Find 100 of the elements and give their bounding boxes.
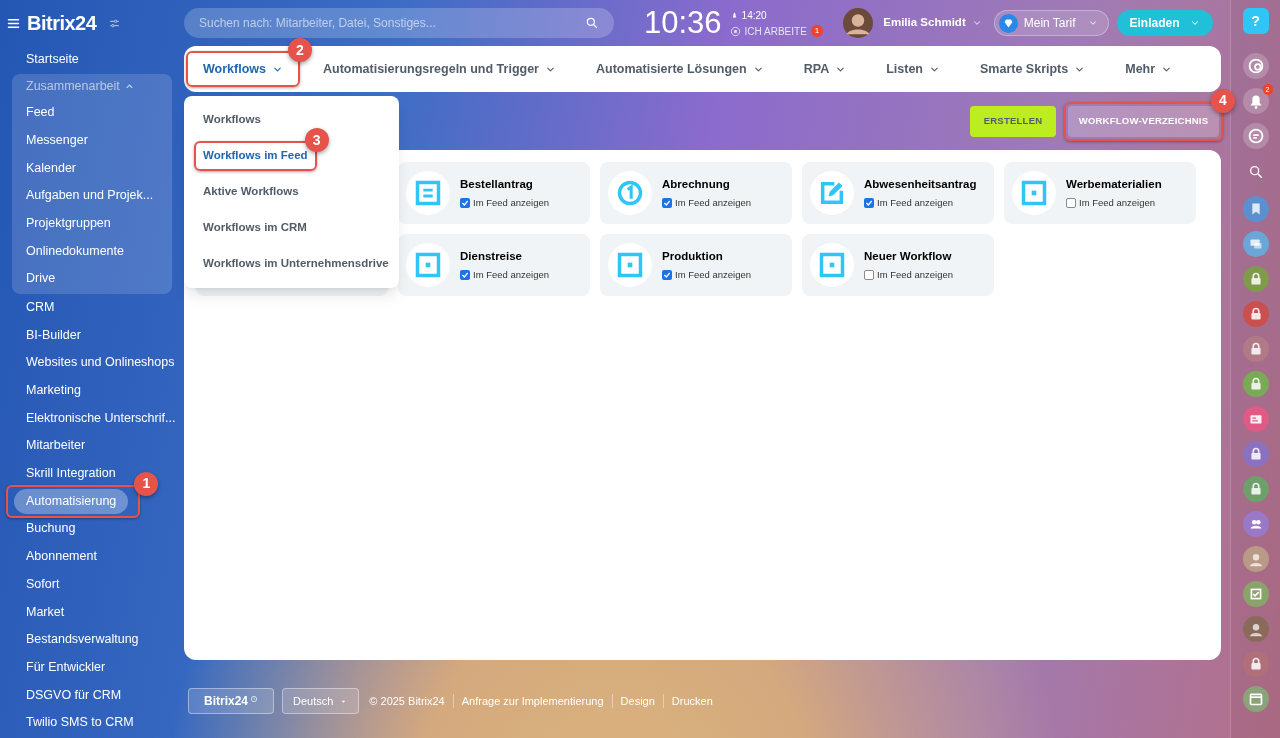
- checkbox-label[interactable]: Im Feed anzeigen: [473, 268, 550, 283]
- menu-item[interactable]: Aktive Workflows: [198, 181, 304, 203]
- sidebar-item[interactable]: Elektronische Unterschrif...: [14, 405, 188, 431]
- chevron-down-icon: [971, 18, 982, 28]
- checkbox[interactable]: [1066, 198, 1076, 209]
- chevron-down-icon: [1087, 18, 1098, 28]
- workflow-card[interactable]: Abwesenheitsantrag Im Feed anzeigen: [802, 162, 994, 224]
- sidebar-item[interactable]: Abonnement: [14, 544, 109, 569]
- nav-tab[interactable]: Automatisierte Lösungen: [583, 55, 777, 83]
- checkbox-label[interactable]: Im Feed anzeigen: [877, 268, 954, 283]
- sidebar-item[interactable]: BI-Builder: [14, 322, 93, 348]
- sidebar-item[interactable]: Feed: [14, 100, 67, 125]
- chevron-down-icon: [1189, 18, 1200, 28]
- lock-icon[interactable]: [1242, 650, 1269, 677]
- checkbox-label[interactable]: Im Feed anzeigen: [1079, 196, 1156, 211]
- lock-icon[interactable]: [1242, 475, 1269, 502]
- notification-icon[interactable]: [1242, 87, 1269, 114]
- bookmark-icon[interactable]: [1242, 195, 1269, 222]
- circle-icon: [616, 179, 644, 207]
- checkbox[interactable]: [662, 198, 672, 209]
- people-icon[interactable]: [1242, 510, 1269, 537]
- workflow-card[interactable]: Abrechnung Im Feed anzeigen: [600, 162, 792, 224]
- create-button[interactable]: ERSTELLEN: [970, 105, 1056, 137]
- checklist-icon[interactable]: [1242, 580, 1269, 607]
- sidebar-item[interactable]: Mitarbeiter: [14, 433, 98, 459]
- lock-icon[interactable]: [1242, 335, 1269, 362]
- calendar-icon[interactable]: [1242, 685, 1269, 712]
- sidebar-item[interactable]: CRM: [14, 294, 67, 320]
- workflow-card[interactable]: Produktion Im Feed anzeigen: [600, 234, 792, 296]
- sidebar-item[interactable]: Projektgruppen: [14, 210, 123, 236]
- sidebar-item[interactable]: Aufgaben und Projek...: [14, 183, 166, 208]
- sidebar-item[interactable]: Skrill Integration: [14, 461, 128, 486]
- sidebar-item[interactable]: Automatisierung: [14, 488, 129, 514]
- nav-tab[interactable]: Mehr: [1112, 55, 1186, 83]
- chat-icon[interactable]: [1242, 122, 1269, 149]
- sidebar-item[interactable]: Buchung: [14, 516, 88, 542]
- callout-number: 1: [134, 471, 159, 496]
- square-icon: [414, 251, 442, 279]
- checkbox[interactable]: [864, 198, 874, 209]
- alarm-time: 14:20: [741, 8, 767, 23]
- callout-number: 4: [1211, 88, 1235, 113]
- search-icon[interactable]: [1247, 164, 1264, 180]
- card-title: Produktion: [662, 248, 724, 264]
- sidebar-item[interactable]: Websites und Onlineshops: [14, 350, 187, 376]
- checkbox[interactable]: [864, 270, 874, 281]
- sidebar-item[interactable]: Drive: [14, 266, 68, 292]
- user-avatar-icon[interactable]: [1242, 615, 1269, 642]
- copilot-icon[interactable]: [1242, 52, 1269, 79]
- lock-icon[interactable]: [1242, 440, 1269, 467]
- callout-number: 2: [288, 38, 312, 62]
- copyright: © 2025 Bitrix24: [369, 693, 445, 709]
- brand-button[interactable]: Bitrix24: [188, 688, 274, 714]
- clock-icon: [250, 695, 258, 703]
- checkbox[interactable]: [662, 270, 672, 281]
- workflow-card[interactable]: Neuer Workflow Im Feed anzeigen: [802, 234, 994, 296]
- square-icon: [818, 251, 846, 279]
- avatar-icon[interactable]: [843, 8, 874, 38]
- lock-icon[interactable]: [1242, 265, 1269, 292]
- nav-tab[interactable]: Automatisierungsregeln und Trigger: [310, 55, 569, 83]
- count-badge: 1: [810, 25, 824, 37]
- sidebar-item[interactable]: Startseite: [14, 47, 91, 73]
- card-icon[interactable]: [1242, 405, 1269, 432]
- sidebar-item[interactable]: DSGVO für CRM: [14, 682, 134, 708]
- sidebar-item[interactable]: Kalender: [14, 155, 89, 181]
- workflow-card[interactable]: Werbematerialien Im Feed anzeigen: [1004, 162, 1196, 224]
- menu-item[interactable]: Workflows im Unternehmensdrive: [198, 253, 394, 275]
- square-icon: [1020, 179, 1048, 207]
- chat-bubbles-icon[interactable]: [1242, 230, 1269, 257]
- sidebar-item[interactable]: Market: [14, 599, 77, 625]
- sidebar-item[interactable]: Twilio SMS to CRM: [14, 710, 146, 736]
- checkbox-label[interactable]: Im Feed anzeigen: [675, 268, 752, 283]
- user-name[interactable]: Emilia Schmidt: [883, 14, 982, 32]
- sidebar-item[interactable]: Messenger: [14, 127, 100, 153]
- card-title: Abrechnung: [662, 176, 731, 192]
- checkbox-label[interactable]: Im Feed anzeigen: [675, 196, 752, 211]
- workflow-card[interactable]: Dienstreise Im Feed anzeigen: [398, 234, 590, 296]
- menu-item[interactable]: Workflows: [198, 109, 266, 131]
- clock-time: 10:36: [644, 3, 722, 42]
- card-title: Abwesenheitsantrag: [864, 176, 977, 192]
- workflow-card[interactable]: Bestellantrag Im Feed anzeigen: [398, 162, 590, 224]
- checkbox[interactable]: [460, 198, 470, 209]
- lock-icon[interactable]: [1242, 370, 1269, 397]
- work-status[interactable]: ICH ARBEITE: [744, 23, 807, 39]
- stop-icon[interactable]: [729, 25, 741, 37]
- sidebar-item[interactable]: Bestandsverwaltung: [14, 627, 151, 652]
- sidebar-item[interactable]: Marketing: [14, 378, 93, 403]
- checkbox-label[interactable]: Im Feed anzeigen: [877, 196, 954, 211]
- sidebar-item[interactable]: Für Entwickler: [14, 654, 118, 680]
- sidebar-item[interactable]: Onlinedokumente: [14, 238, 136, 264]
- sidebar-item[interactable]: Sofort: [14, 571, 72, 597]
- checkbox[interactable]: [460, 270, 470, 281]
- checkbox-label[interactable]: Im Feed anzeigen: [473, 196, 550, 211]
- search-icon[interactable]: [585, 16, 599, 30]
- nav-tab[interactable]: RPA: [790, 55, 860, 83]
- nav-tab[interactable]: Smarte Skripts: [967, 55, 1099, 83]
- menu-item[interactable]: Workflows im CRM: [198, 217, 312, 239]
- lock-icon[interactable]: [1242, 300, 1269, 327]
- square-icon: [616, 251, 644, 279]
- nav-tab[interactable]: Listen: [873, 55, 953, 83]
- user-avatar-icon[interactable]: [1242, 545, 1269, 572]
